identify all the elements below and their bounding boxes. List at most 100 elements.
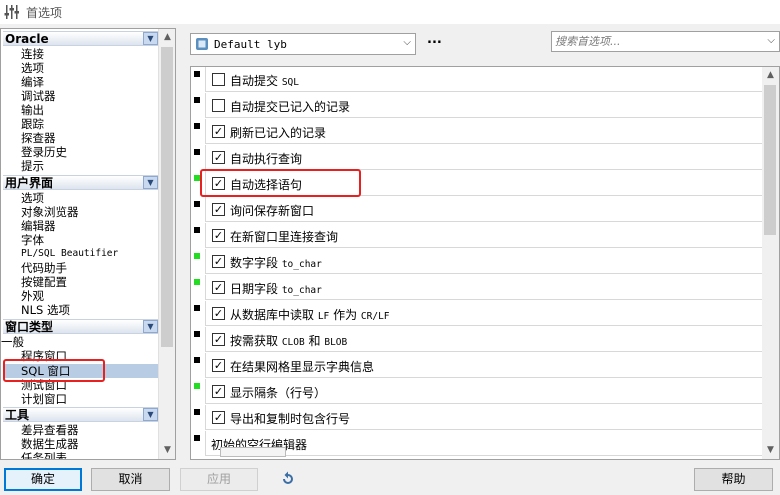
default-marker-icon (194, 305, 200, 311)
option-checkbox[interactable]: ✓ (212, 359, 225, 372)
search-field[interactable]: ⌵ (551, 31, 780, 52)
option-row[interactable]: ✓ 在新窗口里连接查询 (191, 223, 763, 249)
option-label: 从数据库中读取 LF 作为 CR/LF (230, 308, 390, 322)
modified-marker-icon (194, 279, 200, 285)
options-list[interactable]: 自动提交 SQL 自动提交已记入的记录 ✓ 刷新已记入的记录 ✓ 自动执行查询 ✓ 自动选择语… (190, 66, 780, 460)
tree-subgroup-general[interactable]: 一般 (1, 335, 24, 349)
profile-select[interactable]: Default lyb ⌵ (190, 33, 416, 55)
option-row[interactable]: 自动提交 SQL (191, 67, 763, 93)
option-row[interactable]: 初始的空行编辑器 (191, 431, 763, 457)
tree-item-data-generator[interactable]: 数据生成器 (21, 437, 79, 451)
cancel-button[interactable]: 取消 (91, 468, 170, 491)
profile-value: Default lyb (214, 37, 287, 51)
tree-group-window-types[interactable]: 窗口类型 ▼ (3, 319, 159, 334)
tree-item-profiler[interactable]: 探查器 (21, 131, 56, 145)
option-row[interactable]: ✓ 显示隔条（行号） (191, 379, 763, 405)
scroll-down-icon[interactable]: ▼ (159, 442, 175, 459)
default-marker-icon (194, 201, 200, 207)
option-row[interactable]: ✓ 在结果网格里显示字典信息 (191, 353, 763, 379)
scroll-thumb[interactable] (161, 47, 173, 347)
apply-button[interactable]: 应用 (180, 468, 258, 491)
option-checkbox[interactable]: ✓ (212, 229, 225, 242)
chevron-down-icon[interactable]: ⌵ (767, 35, 775, 46)
option-row[interactable]: ✓ 刷新已记入的记录 (191, 119, 763, 145)
tree-item-connection[interactable]: 连接 (21, 47, 44, 61)
option-label: 刷新已记入的记录 (230, 126, 327, 140)
default-marker-icon (194, 435, 200, 441)
option-checkbox[interactable]: ✓ (212, 203, 225, 216)
tree-item-appearance[interactable]: 外观 (21, 289, 44, 303)
option-row[interactable]: ✓ 自动执行查询 (191, 145, 763, 171)
options-scrollbar[interactable]: ▲ ▼ (762, 67, 779, 459)
option-checkbox[interactable]: ✓ (212, 307, 225, 320)
editor-field[interactable] (220, 447, 286, 457)
collapse-icon[interactable]: ▼ (143, 32, 158, 45)
option-checkbox[interactable]: ✓ (212, 255, 225, 268)
profile-more-button[interactable]: ... (427, 32, 442, 47)
option-label: 在新窗口里连接查询 (230, 230, 339, 244)
option-checkbox[interactable]: ✓ (212, 385, 225, 398)
tree-item-compile[interactable]: 编译 (21, 75, 44, 89)
option-checkbox[interactable]: ✓ (212, 125, 225, 138)
option-checkbox[interactable]: ✓ (212, 411, 225, 424)
option-row[interactable]: ✓ 日期字段 to_char (191, 275, 763, 301)
tree-item-diff-viewer[interactable]: 差异查看器 (21, 423, 79, 437)
collapse-icon[interactable]: ▼ (143, 408, 158, 421)
scroll-up-icon[interactable]: ▲ (762, 67, 779, 84)
option-cell: ✓ 导出和复制时包含行号 (205, 405, 763, 430)
option-cell: ✓ 询问保存新窗口 (205, 197, 763, 222)
option-label: 显示隔条（行号） (230, 386, 327, 400)
tree-item-output[interactable]: 输出 (21, 103, 44, 117)
default-marker-icon (194, 357, 200, 363)
tree-item-task-list[interactable]: 任务列表 (21, 451, 67, 459)
option-checkbox[interactable] (212, 73, 225, 86)
tree-group-user-interface[interactable]: 用户界面 ▼ (3, 175, 159, 190)
option-row[interactable]: ✓ 数字字段 to_char (191, 249, 763, 275)
chevron-down-icon[interactable]: ⌵ (403, 37, 411, 48)
tree-item-key-config[interactable]: 按键配置 (21, 275, 67, 289)
ok-button[interactable]: 确定 (4, 468, 82, 491)
option-checkbox[interactable] (212, 99, 225, 112)
option-label: 自动提交已记入的记录 (230, 100, 351, 114)
preferences-tree[interactable]: Oracle ▼ 连接 选项 编译 调试器 输出 跟踪 探查器 登录历史 提示 … (0, 28, 176, 460)
help-button[interactable]: 帮助 (694, 468, 773, 491)
highlight-annotation (3, 359, 105, 382)
tree-item-beautifier[interactable]: PL/SQL Beautifier (21, 247, 118, 261)
reset-icon[interactable] (280, 470, 296, 488)
tree-group-oracle[interactable]: Oracle ▼ (3, 31, 159, 46)
default-marker-icon (194, 409, 200, 415)
option-checkbox[interactable]: ✓ (212, 281, 225, 294)
option-cell: 初始的空行编辑器 (205, 431, 763, 457)
option-cell: 自动提交已记入的记录 (205, 93, 763, 118)
option-checkbox[interactable]: ✓ (212, 151, 225, 164)
tree-item-logon-history[interactable]: 登录历史 (21, 145, 67, 159)
search-input[interactable] (552, 32, 752, 51)
tree-item-options[interactable]: 选项 (21, 61, 44, 75)
option-label: 在结果网格里显示字典信息 (230, 360, 375, 374)
scroll-thumb[interactable] (764, 85, 776, 235)
tree-item-ui-options[interactable]: 选项 (21, 191, 44, 205)
option-row[interactable]: ✓ 从数据库中读取 LF 作为 CR/LF (191, 301, 763, 327)
option-row[interactable]: 自动提交已记入的记录 (191, 93, 763, 119)
collapse-icon[interactable]: ▼ (143, 176, 158, 189)
option-row[interactable]: ✓ 询问保存新窗口 (191, 197, 763, 223)
tree-item-nls-options[interactable]: NLS 选项 (21, 303, 70, 317)
collapse-icon[interactable]: ▼ (143, 320, 158, 333)
tree-item-font[interactable]: 字体 (21, 233, 44, 247)
tree-group-tools[interactable]: 工具 ▼ (3, 407, 159, 422)
scroll-down-icon[interactable]: ▼ (762, 442, 779, 459)
scroll-up-icon[interactable]: ▲ (159, 29, 175, 46)
tree-item-object-browser[interactable]: 对象浏览器 (21, 205, 79, 219)
tree-item-plan-window[interactable]: 计划窗口 (21, 392, 67, 406)
tree-item-code-assistant[interactable]: 代码助手 (21, 261, 67, 275)
option-cell: ✓ 在新窗口里连接查询 (205, 223, 763, 248)
option-row[interactable]: ✓ 导出和复制时包含行号 (191, 405, 763, 431)
option-checkbox[interactable]: ✓ (212, 333, 225, 346)
tree-scrollbar[interactable]: ▲ ▼ (158, 29, 175, 459)
tree-item-debugger[interactable]: 调试器 (21, 89, 56, 103)
option-label: 日期字段 to_char (230, 282, 322, 296)
option-row[interactable]: ✓ 按需获取 CLOB 和 BLOB (191, 327, 763, 353)
tree-item-trace[interactable]: 跟踪 (21, 117, 44, 131)
tree-item-hints[interactable]: 提示 (21, 159, 44, 173)
tree-item-editor[interactable]: 编辑器 (21, 219, 56, 233)
